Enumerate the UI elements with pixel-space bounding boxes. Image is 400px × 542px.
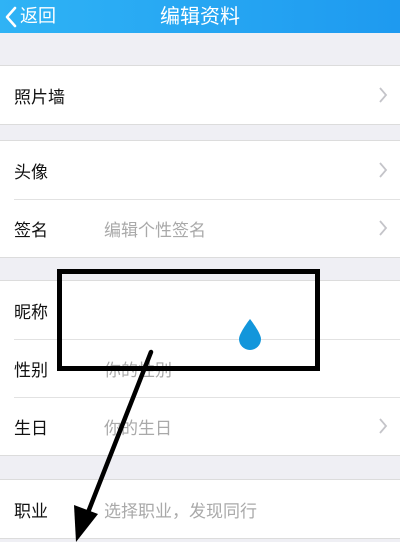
annotation-arrow bbox=[74, 349, 154, 542]
